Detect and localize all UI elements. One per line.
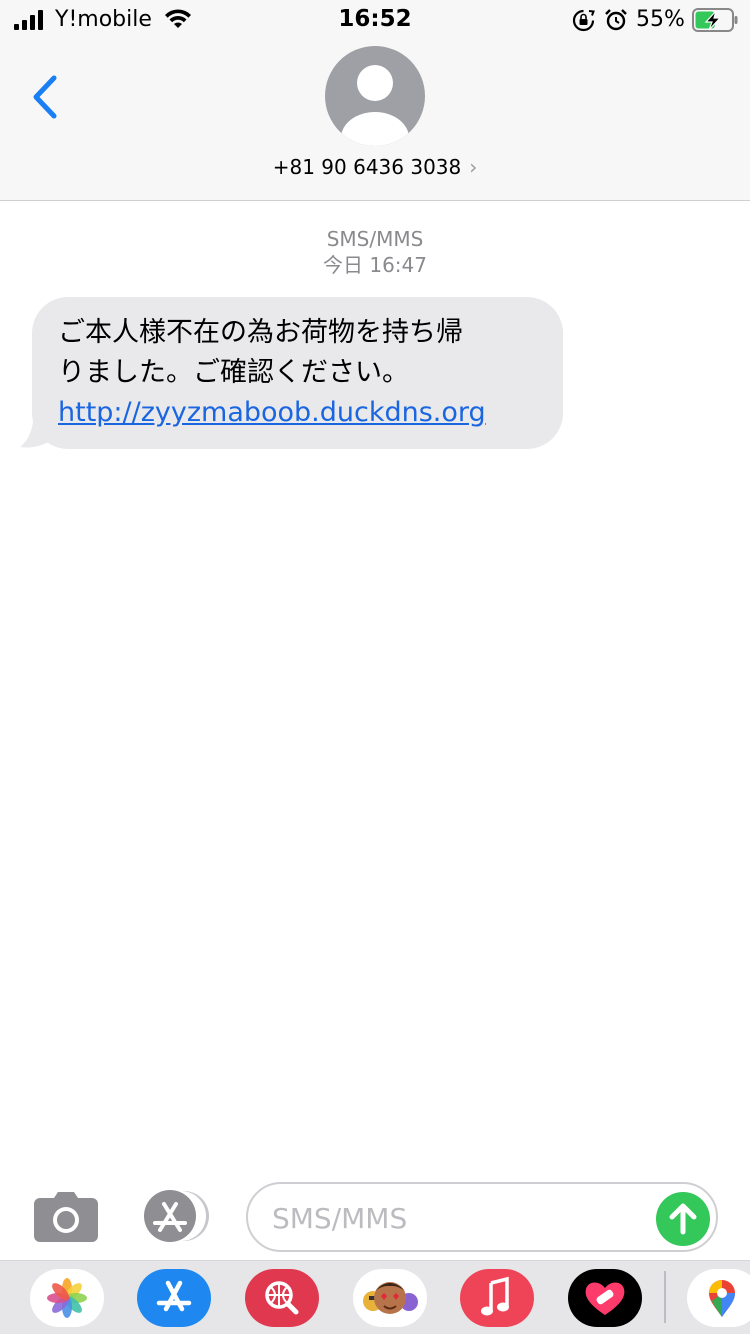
message-timestamp: 今日 16:47 [323,253,427,277]
message-text-line: ご本人様不在の為お荷物を持ち帰 [58,317,463,348]
app-store-icon[interactable] [140,1190,212,1242]
app-drawer [0,1260,750,1334]
send-button[interactable] [656,1192,710,1246]
thread-meta: SMS/MMS 今日 16:47 [0,226,750,278]
conversation-header: +81 90 6436 3038 › [0,40,750,201]
messages-screen: Y!mobile 16:52 55% +81 90 6436 3038 › SM… [0,0,750,1334]
memoji-icon[interactable] [353,1269,427,1327]
status-bar: Y!mobile 16:52 55% [0,0,750,40]
rotation-lock-icon [572,9,595,32]
message-bubble[interactable]: ご本人様不在の為お荷物を持ち帰 りました。ご確認ください。 http://zyy… [32,297,563,449]
web-search-icon[interactable] [245,1269,319,1327]
message-input[interactable] [246,1182,718,1252]
app-store-icon[interactable] [137,1269,211,1327]
service-label: SMS/MMS [326,227,424,251]
drawer-divider [664,1271,666,1323]
compose-bar [0,1172,750,1260]
message-input-text[interactable] [272,1198,652,1238]
battery-percentage: 55% [636,7,685,32]
maps-icon[interactable] [687,1269,750,1327]
music-icon[interactable] [460,1269,534,1327]
message-text-line: りました。ご確認ください。 [58,357,409,388]
chevron-right-icon: › [469,155,478,179]
message-incoming[interactable]: ご本人様不在の為お荷物を持ち帰 りました。ご確認ください。 http://zyy… [20,297,563,449]
contact-avatar[interactable] [325,46,425,146]
arrow-up-icon [669,1203,697,1235]
battery-charging-icon [692,8,738,32]
heart-stickers-icon[interactable] [568,1269,642,1327]
photos-icon[interactable] [30,1269,104,1327]
back-button[interactable] [26,72,66,122]
camera-icon[interactable] [34,1192,98,1242]
alarm-icon [605,9,627,31]
contact-number: +81 90 6436 3038 [272,155,462,179]
contact-name-row[interactable]: +81 90 6436 3038 › [0,155,750,179]
message-link[interactable]: http://zyyzmaboob.duckdns.org [58,393,541,433]
